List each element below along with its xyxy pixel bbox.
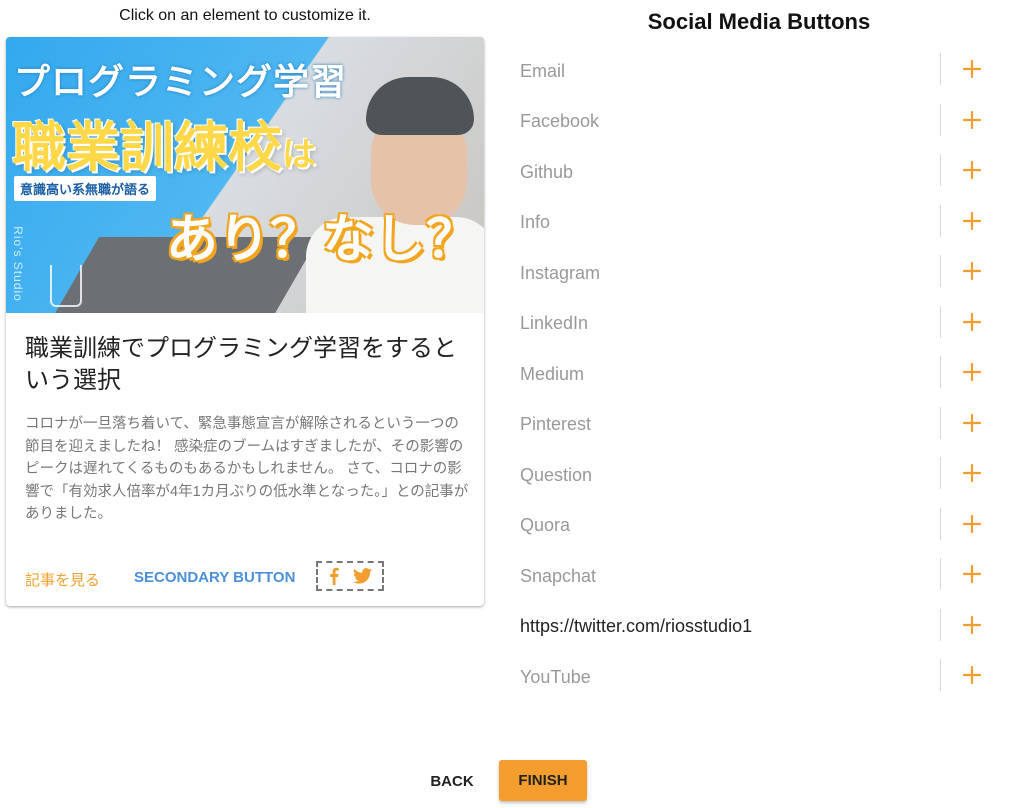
social-row <box>508 604 998 654</box>
social-url-input[interactable] <box>520 108 930 135</box>
card-actions: 記事を見る SECONDARY BUTTON <box>25 561 470 593</box>
row-divider <box>940 356 941 388</box>
hero-line3: あり？なし？ <box>166 211 479 269</box>
hero-side-text: Rio's Studio <box>10 226 25 302</box>
hero-line2-suffix: は <box>282 136 316 174</box>
social-url-input[interactable] <box>520 664 930 690</box>
plus-icon <box>963 565 981 583</box>
social-url-input[interactable] <box>520 260 930 286</box>
card-title[interactable]: 職業訓練でプログラミング学習をするという選択 <box>25 333 470 397</box>
person-cap-shape <box>366 77 474 135</box>
add-button[interactable] <box>958 611 986 639</box>
hero-line1: プログラミング学習 <box>14 61 348 102</box>
row-divider <box>940 558 941 590</box>
add-button[interactable] <box>958 257 986 285</box>
add-button[interactable] <box>958 560 986 588</box>
back-button[interactable]: BACK <box>417 766 487 796</box>
add-button[interactable] <box>958 106 986 134</box>
facebook-icon[interactable] <box>329 567 339 585</box>
social-row <box>508 351 998 401</box>
finish-button[interactable]: FINISH <box>499 760 587 801</box>
row-divider <box>940 255 941 287</box>
add-button[interactable] <box>958 459 986 487</box>
social-url-input[interactable] <box>520 58 930 84</box>
social-row <box>508 452 998 502</box>
social-buttons-group[interactable] <box>316 561 384 591</box>
twitter-icon[interactable] <box>352 568 372 584</box>
plus-icon <box>963 110 981 129</box>
instruction-text: Click on an element to customize it. <box>119 7 371 24</box>
social-row <box>508 654 998 704</box>
card-body[interactable]: コロナが一旦落ち着いて、緊急事態宣言が解除されるという一つの節目を迎えましたね！… <box>25 413 470 526</box>
plus-icon <box>963 615 981 634</box>
social-url-input[interactable] <box>520 310 930 337</box>
social-url-input[interactable] <box>520 462 930 488</box>
social-row <box>508 553 998 603</box>
social-row <box>508 48 998 98</box>
hero-tag: 意識高い系無職が語る <box>14 176 157 201</box>
social-url-input[interactable] <box>520 613 930 640</box>
row-divider <box>940 204 941 237</box>
row-divider <box>940 154 941 186</box>
glass-shape <box>50 265 82 307</box>
add-button[interactable] <box>958 156 986 184</box>
social-url-input[interactable] <box>520 159 930 185</box>
hero-line2: 職業訓練校は <box>12 103 316 182</box>
plus-icon <box>963 514 981 533</box>
panel-title: Social Media Buttons <box>647 9 871 34</box>
plus-icon <box>963 211 981 230</box>
social-row <box>508 200 998 250</box>
social-row <box>508 402 998 452</box>
row-divider <box>940 103 941 136</box>
hero-line2-main: 職業訓練校 <box>12 118 282 178</box>
add-button[interactable] <box>958 55 986 83</box>
social-url-input[interactable] <box>520 411 930 438</box>
social-row <box>508 301 998 351</box>
add-button[interactable] <box>958 207 986 235</box>
social-row <box>508 250 998 300</box>
plus-icon <box>963 60 981 78</box>
social-url-input[interactable] <box>520 563 930 589</box>
row-divider <box>940 457 941 489</box>
plus-icon <box>963 161 981 179</box>
preview-card[interactable]: プログラミング学習 職業訓練校は 意識高い系無職が語る あり？なし？ Rio's… <box>6 37 484 606</box>
social-row <box>508 503 998 553</box>
secondary-action-button[interactable]: SECONDARY BUTTON <box>134 569 295 586</box>
row-divider <box>940 406 941 439</box>
social-url-input[interactable] <box>520 361 930 387</box>
row-divider <box>940 305 941 338</box>
add-button[interactable] <box>958 510 986 538</box>
add-button[interactable] <box>958 409 986 437</box>
social-row <box>508 149 998 199</box>
plus-icon <box>963 666 981 684</box>
plus-icon <box>963 262 981 280</box>
social-row <box>508 99 998 149</box>
row-divider <box>940 53 941 85</box>
add-button[interactable] <box>958 358 986 386</box>
plus-icon <box>963 363 981 381</box>
row-divider <box>940 608 941 641</box>
social-url-input[interactable] <box>520 209 930 236</box>
plus-icon <box>963 413 981 432</box>
hero-image[interactable]: プログラミング学習 職業訓練校は 意識高い系無職が語る あり？なし？ Rio's… <box>6 37 484 313</box>
row-divider <box>940 659 941 691</box>
social-url-input[interactable] <box>520 512 930 539</box>
primary-action-button[interactable]: 記事を見る <box>25 569 100 590</box>
add-button[interactable] <box>958 308 986 336</box>
row-divider <box>940 507 941 540</box>
plus-icon <box>963 464 981 482</box>
add-button[interactable] <box>958 661 986 689</box>
plus-icon <box>963 312 981 331</box>
